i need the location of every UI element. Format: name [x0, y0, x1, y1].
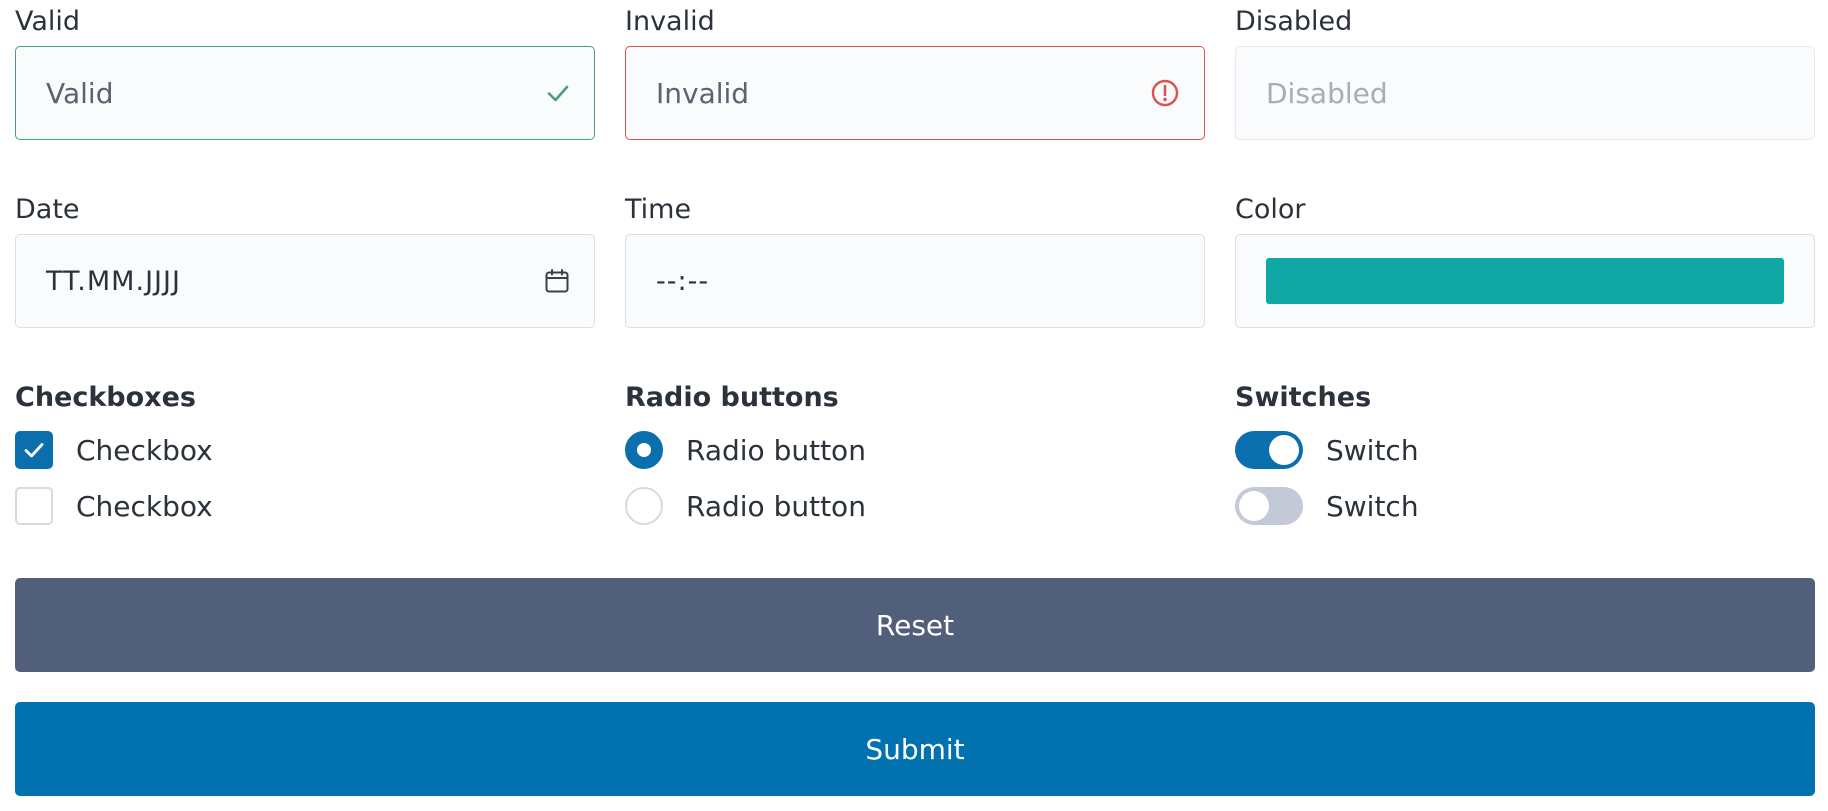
- checkbox-unchecked[interactable]: [15, 487, 53, 525]
- switch-label: Switch: [1326, 489, 1419, 523]
- valid-label: Valid: [15, 6, 81, 37]
- date-input[interactable]: TT.MM.JJJJ: [15, 234, 595, 328]
- radio-label: Radio button: [686, 489, 866, 523]
- time-field-group: Time --:--: [625, 194, 1205, 328]
- exclamation-circle-icon: [1150, 78, 1180, 108]
- time-input[interactable]: --:--: [625, 234, 1205, 328]
- radio-group: Radio buttons Radio button Radio button: [625, 382, 1205, 534]
- color-swatch[interactable]: [1266, 258, 1784, 304]
- time-label: Time: [625, 194, 692, 225]
- checkbox-label: Checkbox: [76, 489, 213, 523]
- demo-form: Valid Valid Invalid Invalid Disabled Dis…: [0, 0, 1828, 811]
- switch-knob: [1269, 435, 1299, 465]
- choices-row: Checkboxes Checkbox Checkbox Radio butto…: [15, 382, 1815, 534]
- checkbox-option-1[interactable]: Checkbox: [15, 422, 595, 478]
- color-label: Color: [1235, 194, 1306, 225]
- submit-button[interactable]: Submit: [15, 702, 1815, 796]
- switch-knob: [1239, 491, 1269, 521]
- reset-button[interactable]: Reset: [15, 578, 1815, 672]
- date-input-placeholder: TT.MM.JJJJ: [46, 265, 181, 297]
- invalid-field-group: Invalid Invalid: [625, 6, 1205, 140]
- pickers-row: Date TT.MM.JJJJ Time --:-- Color: [15, 194, 1815, 328]
- switch-toggle-on[interactable]: [1235, 431, 1303, 469]
- checkbox-group: Checkboxes Checkbox Checkbox: [15, 382, 595, 534]
- radio-option-1[interactable]: Radio button: [625, 422, 1205, 478]
- radio-selected[interactable]: [625, 431, 663, 469]
- date-field-group: Date TT.MM.JJJJ: [15, 194, 595, 328]
- check-icon: [546, 83, 570, 103]
- disabled-label: Disabled: [1235, 6, 1353, 37]
- switches-title: Switches: [1235, 382, 1372, 413]
- date-label: Date: [15, 194, 80, 225]
- invalid-input[interactable]: Invalid: [625, 46, 1205, 140]
- color-field-group: Color: [1235, 194, 1815, 328]
- calendar-icon[interactable]: [544, 268, 570, 294]
- validation-row: Valid Valid Invalid Invalid Disabled Dis…: [15, 6, 1815, 140]
- checkbox-label: Checkbox: [76, 433, 213, 467]
- time-input-placeholder: --:--: [656, 265, 710, 297]
- radio-label: Radio button: [686, 433, 866, 467]
- valid-input[interactable]: Valid: [15, 46, 595, 140]
- radio-option-2[interactable]: Radio button: [625, 478, 1205, 534]
- disabled-input-placeholder: Disabled: [1266, 76, 1388, 110]
- disabled-field-group: Disabled Disabled: [1235, 6, 1815, 140]
- invalid-label: Invalid: [625, 6, 715, 37]
- switch-option-1[interactable]: Switch: [1235, 422, 1815, 478]
- check-icon: [24, 443, 44, 458]
- checkbox-option-2[interactable]: Checkbox: [15, 478, 595, 534]
- color-input[interactable]: [1235, 234, 1815, 328]
- switch-group: Switches Switch Switch: [1235, 382, 1815, 534]
- valid-input-value: Valid: [46, 76, 114, 110]
- disabled-input: Disabled: [1235, 46, 1815, 140]
- switch-toggle-off[interactable]: [1235, 487, 1303, 525]
- checkboxes-title: Checkboxes: [15, 382, 196, 413]
- checkbox-checked[interactable]: [15, 431, 53, 469]
- radio-buttons-title: Radio buttons: [625, 382, 839, 413]
- radio-unselected[interactable]: [625, 487, 663, 525]
- valid-field-group: Valid Valid: [15, 6, 595, 140]
- switch-label: Switch: [1326, 433, 1419, 467]
- switch-option-2[interactable]: Switch: [1235, 478, 1815, 534]
- invalid-input-value: Invalid: [656, 76, 750, 110]
